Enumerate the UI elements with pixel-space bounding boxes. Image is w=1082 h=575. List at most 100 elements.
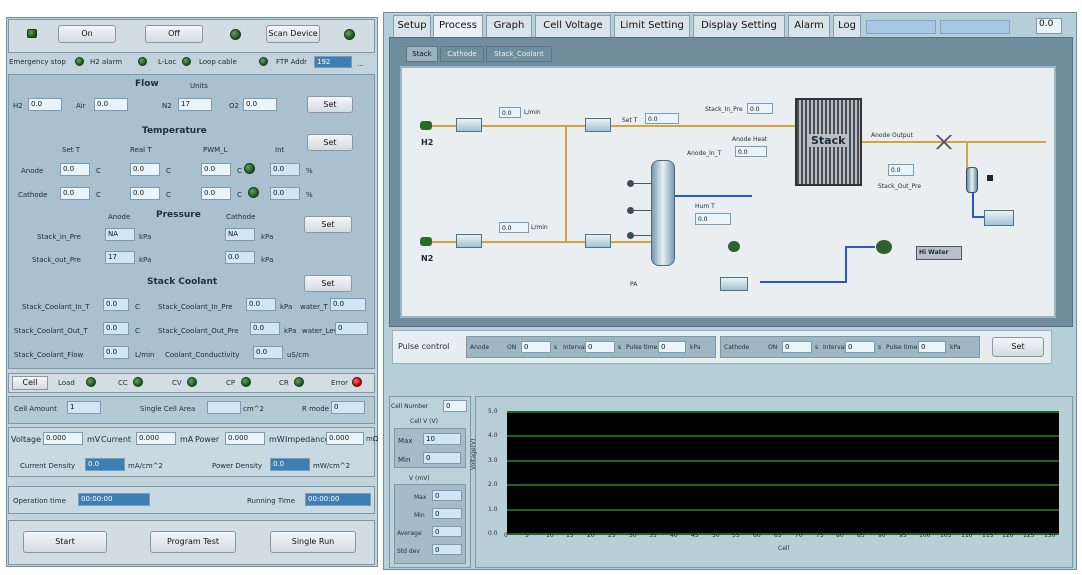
tab-limit-setting[interactable]: Limit Setting bbox=[614, 15, 690, 37]
flow-h2-field[interactable]: 0.0 bbox=[28, 98, 62, 111]
temp-col-set-t: Set T bbox=[62, 146, 80, 154]
chart-x-tick-label: 110 bbox=[961, 532, 973, 539]
single-run-button[interactable]: Single Run bbox=[270, 531, 356, 553]
tab-log[interactable]: Log bbox=[833, 15, 861, 37]
tab-cell[interactable]: Cell bbox=[12, 376, 48, 390]
coolant-out-pre-unit: kPa bbox=[284, 327, 297, 335]
heater-box bbox=[720, 277, 748, 291]
flow-o2-field[interactable]: 0.0 bbox=[243, 98, 277, 111]
r-mode-field[interactable]: 0 bbox=[331, 401, 365, 414]
flow-n2-field[interactable]: 17 bbox=[178, 98, 212, 111]
temp-anode-led bbox=[244, 163, 255, 174]
chart-x-tick-label: 65 bbox=[774, 532, 782, 539]
tab-cr[interactable]: CR bbox=[279, 379, 289, 387]
humidifier-tank bbox=[651, 160, 675, 266]
coolant-conductivity-unit: uS/cm bbox=[287, 351, 309, 359]
tab-setup[interactable]: Setup bbox=[393, 15, 431, 37]
tab-load[interactable]: Load bbox=[58, 379, 75, 387]
current-density-unit: mA/cm^2 bbox=[128, 462, 163, 470]
tab-cp[interactable]: CP bbox=[226, 379, 235, 387]
chart-x-tick-label: 15 bbox=[566, 532, 574, 539]
program-test-button[interactable]: Program Test bbox=[150, 531, 236, 553]
chart-y-tick-label: 0.0 bbox=[488, 530, 498, 537]
pulse-cathode-on[interactable]: 0 bbox=[782, 341, 812, 353]
inner-tab-stack-coolant[interactable]: Stack_Coolant bbox=[486, 46, 552, 62]
inner-tab-cathode[interactable]: Cathode bbox=[440, 46, 484, 62]
tab-spacer-2 bbox=[940, 20, 1010, 34]
temp-anode-int[interactable]: 0.0 bbox=[270, 163, 300, 176]
temp-anode-pwm[interactable]: 0.0 bbox=[201, 163, 231, 176]
stack-out-pre-anode-unit: kPa bbox=[139, 256, 152, 264]
temp-anode-set-t[interactable]: 0.0 bbox=[60, 163, 90, 176]
humidifier-port-dot-2 bbox=[627, 207, 634, 214]
tab-cc[interactable]: CC bbox=[118, 379, 128, 387]
single-cell-area-field[interactable] bbox=[207, 401, 241, 414]
pulse-cathode-pulse[interactable]: 0 bbox=[918, 341, 946, 353]
cell-number-field[interactable]: 0 bbox=[443, 400, 467, 412]
humidifier-temp-label: Hum T bbox=[695, 203, 715, 210]
temp-cathode-set-t[interactable]: 0.0 bbox=[60, 187, 90, 200]
ftp-addr-field[interactable]: 192 bbox=[314, 56, 352, 68]
tab-cell-voltage[interactable]: Cell Voltage bbox=[535, 15, 611, 37]
pulse-anode-interval-label: Interval bbox=[563, 344, 586, 351]
coolant-out-t-unit: C bbox=[135, 327, 140, 335]
chart-x-tick-label: 80 bbox=[836, 532, 844, 539]
status-led bbox=[230, 29, 241, 40]
scan-led bbox=[344, 29, 355, 40]
tab-process[interactable]: Process bbox=[433, 15, 483, 37]
water-vert-pipe bbox=[845, 246, 847, 282]
tab-error[interactable]: Error bbox=[331, 379, 348, 387]
chart-x-tick-label: 105 bbox=[940, 532, 952, 539]
cell-amount-field[interactable]: 1 bbox=[67, 401, 101, 414]
n2-inlet-icon bbox=[420, 237, 432, 246]
stack-coolant-title: Stack Coolant bbox=[147, 277, 218, 287]
coolant-set-button[interactable]: Set bbox=[304, 275, 352, 292]
running-time-label: Running Time bbox=[247, 497, 296, 505]
temp-cathode-pwm[interactable]: 0.0 bbox=[201, 187, 231, 200]
tab-cv[interactable]: CV bbox=[172, 379, 182, 387]
flow-set-button[interactable]: Set bbox=[307, 96, 353, 113]
tab-display-setting[interactable]: Display Setting bbox=[693, 15, 785, 37]
scan-device-button[interactable]: Scan Device bbox=[266, 25, 320, 43]
pulse-set-button[interactable]: Set bbox=[992, 337, 1044, 357]
chart-x-tick-label: 125 bbox=[1023, 532, 1035, 539]
inner-tab-stack[interactable]: Stack bbox=[406, 46, 438, 62]
v-min-field: 0 bbox=[432, 508, 462, 519]
tab-spacer-1 bbox=[866, 20, 936, 34]
voltage-unit: mV bbox=[87, 435, 101, 444]
on-button[interactable]: On bbox=[58, 25, 116, 43]
pulse-cathode-on-unit: s bbox=[815, 344, 819, 351]
impedance-field: 0.000 bbox=[326, 432, 364, 445]
tab-graph[interactable]: Graph bbox=[486, 15, 532, 37]
emergency-stop-label: Emergency stop bbox=[9, 58, 66, 66]
running-time-field: 00:00:00 bbox=[305, 493, 371, 506]
flow-air-field[interactable]: 0.0 bbox=[94, 98, 128, 111]
temp-cathode-int[interactable]: 0.0 bbox=[270, 187, 300, 200]
error-led bbox=[352, 377, 362, 387]
coolant-in-pre-field: 0.0 bbox=[246, 298, 276, 311]
ftp-more-label[interactable]: ... bbox=[357, 60, 364, 68]
pulse-cathode-pulse-label: Pulse time bbox=[886, 344, 918, 351]
loop-cable-led bbox=[259, 57, 268, 66]
l-loc-led bbox=[182, 57, 191, 66]
chart-y-axis-label: Voltage(V) bbox=[470, 438, 477, 470]
current-density-label: Current Density bbox=[20, 462, 76, 470]
flow-title: Flow bbox=[135, 79, 159, 89]
temperature-set-button[interactable]: Set bbox=[307, 134, 353, 151]
pulse-cathode-kpa: kPa bbox=[950, 344, 961, 351]
tab-alarm[interactable]: Alarm bbox=[788, 15, 830, 37]
off-button[interactable]: Off bbox=[145, 25, 203, 43]
pulse-anode-pulse[interactable]: 0 bbox=[658, 341, 686, 353]
pulse-anode-interval[interactable]: 0 bbox=[585, 341, 615, 353]
cc-led bbox=[133, 377, 143, 387]
flow-o2-label: O2 bbox=[229, 102, 239, 110]
h2-inlet-label: H2 bbox=[421, 138, 434, 147]
chart-x-tick-label: 55 bbox=[732, 532, 740, 539]
coolant-out-t-label: Stack_Coolant_Out_T bbox=[14, 327, 88, 335]
single-cell-area-label: Single Cell Area bbox=[140, 405, 196, 413]
pulse-anode-on[interactable]: 0 bbox=[521, 341, 551, 353]
start-button[interactable]: Start bbox=[23, 531, 107, 553]
pulse-anode-kpa: kPa bbox=[690, 344, 701, 351]
pressure-set-button[interactable]: Set bbox=[304, 216, 352, 233]
pulse-cathode-interval[interactable]: 0 bbox=[845, 341, 875, 353]
